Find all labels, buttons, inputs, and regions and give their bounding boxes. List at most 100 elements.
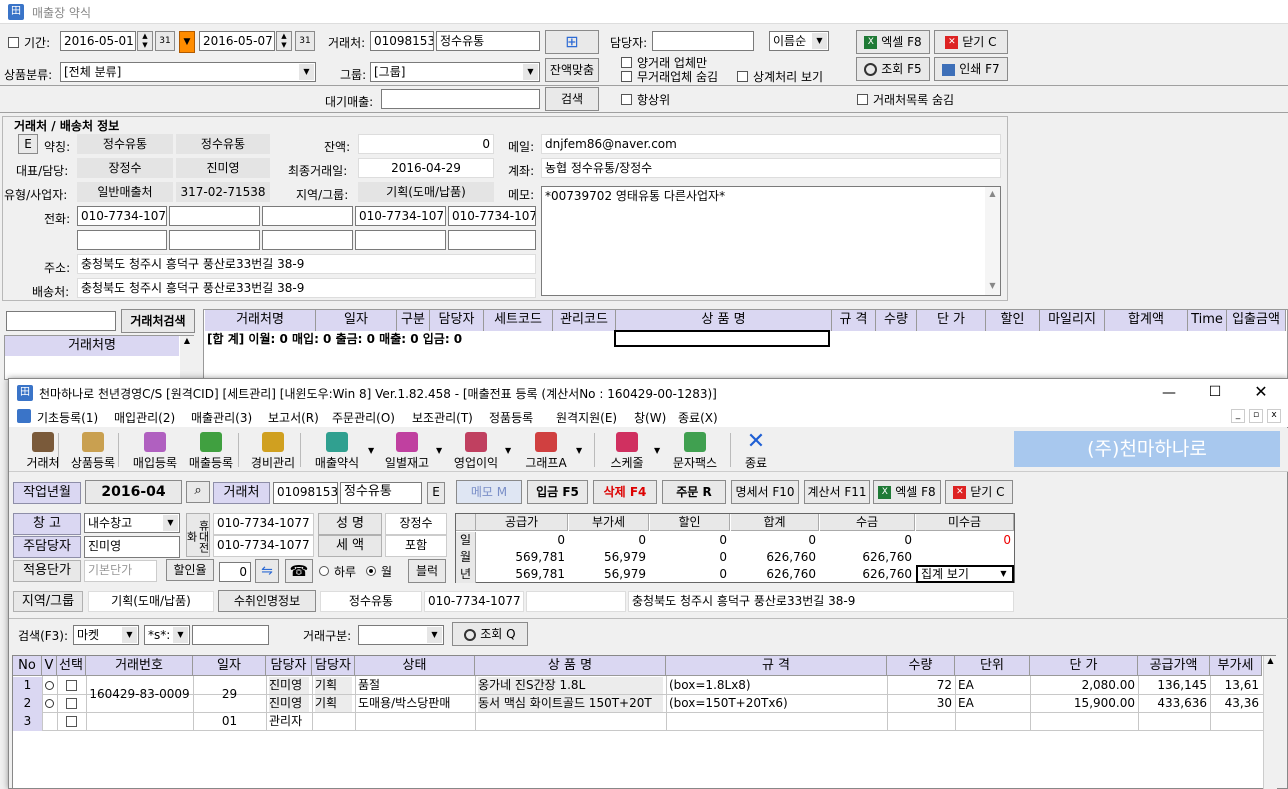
invoice-button[interactable]: 계산서 F11 [804,480,870,504]
customer-name-input[interactable]: 정수유통 [436,31,540,51]
chevron-down-icon[interactable]: ▼ [654,446,660,455]
phone-field-9[interactable] [355,230,446,250]
memo-scrollbar[interactable]: ▲ ▼ [985,187,1000,295]
grid-cell-unit[interactable]: EA [958,695,1027,712]
opt1-checkbox[interactable] [621,57,632,68]
menu-item[interactable]: 보조관리(T) [412,409,473,426]
grid-cell-spec[interactable]: (box=150T+20Tx6) [669,695,884,712]
grid-scrollbar[interactable]: ▲ [1263,656,1277,789]
menu-item[interactable]: 창(W) [634,409,666,426]
cust-name-input[interactable]: 정수유통 [340,482,422,504]
discount-input[interactable]: 0 [219,562,251,582]
date-to-calendar-icon[interactable]: 31 [295,31,315,51]
customer-search-button[interactable]: 거래처검색 [121,309,195,333]
row-checkbox[interactable] [66,680,77,691]
mdi-minimize-icon[interactable]: _ [1231,409,1245,423]
customer-list-scrollbar[interactable]: ▲ [180,336,194,380]
search-button[interactable]: 검색 [545,87,599,111]
menu-item[interactable]: 매입관리(2) [114,409,175,426]
deposit-button[interactable]: 입금 F5 [527,480,588,504]
grid-cell-mgr[interactable]: 관리자 [269,713,309,730]
convert-icon[interactable]: ⇋ [255,559,279,583]
phone-field-8[interactable] [262,230,353,250]
menu-item[interactable]: 종료(X) [678,409,718,426]
grid-cell-qty[interactable]: 72 [890,677,952,694]
grid-cell-unit[interactable]: EA [958,677,1027,694]
phone-b-input[interactable]: 010-7734-1077 [213,535,314,557]
edit-e-button[interactable]: E [18,134,38,154]
date-from-input[interactable]: 2016-05-01 [60,31,136,51]
chevron-down-icon[interactable]: ▼ [368,446,374,455]
date-to-spinner[interactable]: ▲ ▼ [276,31,292,51]
schedule-tool[interactable]: 스케줄 [598,432,656,471]
date-to-input[interactable]: 2016-05-07 [199,31,275,51]
minimize-icon[interactable]: — [1159,385,1179,401]
date-range-arrow-icon[interactable]: ▼ [179,31,195,53]
grid-cell-price[interactable]: 2,080.00 [1033,677,1135,694]
customer-code-input[interactable]: 01098153 [370,31,434,51]
account-field[interactable]: 농협 정수유통/장정수 [541,158,1001,178]
ship-field[interactable]: 충청북도 청주시 흥덕구 풍산로33번길 38-9 [77,278,536,298]
search-mode-select[interactable]: 마켓 ▼ [73,625,139,645]
menu-item[interactable]: 정품등록 [489,409,533,426]
product-tool[interactable]: 상품등록 [64,432,122,471]
mdi-close-icon[interactable]: x [1267,409,1281,423]
cust-edit-button[interactable]: E [427,482,445,504]
purchase-tool[interactable]: 매입등록 [126,432,184,471]
work-month-button[interactable]: 2016-04 [85,480,182,504]
grid-cell-name[interactable]: 동서 맥심 화이트골드 150T+20T [478,695,663,712]
chevron-down-icon[interactable]: ▼ [576,446,582,455]
statement-button[interactable]: 명세서 F10 [731,480,799,504]
group-select[interactable]: [그룹] ▼ [370,62,540,82]
grid-cell-status[interactable]: 도매용/박스당판매 [358,695,472,712]
mail-field[interactable]: dnjfem86@naver.com [541,134,1001,154]
phone-field-5[interactable]: 010-7734-1077 [448,206,536,226]
period-checkbox[interactable] [8,37,19,48]
balance-match-button[interactable]: 잔액맞춤 [545,58,599,82]
close-button[interactable]: ✕ 닫기 C [934,30,1008,54]
menu-item[interactable]: 주문관리(O) [332,409,395,426]
warehouse-select[interactable]: 내수창고 ▼ [84,513,180,533]
close-window-icon[interactable]: ✕ [1251,382,1271,401]
mgr-input[interactable]: 진미영 [84,536,180,558]
grid-cell-qty[interactable]: 30 [890,695,952,712]
block-button[interactable]: 블럭 [408,559,446,583]
grid-cell-price[interactable]: 15,900.00 [1033,695,1135,712]
grid-cell-spec[interactable]: (box=1.8Lx8) [669,677,884,694]
sales-summary-tool[interactable]: 매출약식 [308,432,366,471]
radio-day[interactable] [319,566,329,576]
form-excel-button[interactable]: X 엑셀 F8 [873,480,941,504]
lookup-button[interactable]: 조회 F5 [856,57,930,81]
category-select[interactable]: [전체 분류] ▼ [60,62,316,82]
grid-cell-mgr2[interactable]: 기획 [315,695,352,712]
opt2-checkbox[interactable] [621,71,632,82]
sales-tool[interactable]: 매출등록 [182,432,240,471]
customer-search-input[interactable] [6,311,116,331]
recipient-info-button[interactable]: 수취인명정보 [218,590,316,612]
row-checkbox[interactable] [66,698,77,709]
trade-type-select[interactable]: ▼ [358,625,444,645]
excel-button[interactable]: X 엑셀 F8 [856,30,930,54]
grid-cell-mgr[interactable]: 진미영 [269,677,309,694]
grid-cell-status[interactable]: 품절 [358,677,472,694]
maximize-icon[interactable]: ☐ [1205,384,1225,400]
phone-field-10[interactable] [448,230,536,250]
phone-field-3[interactable] [262,206,353,226]
graph-tool[interactable]: 그래프A [517,432,575,471]
hide-list-checkbox[interactable] [857,94,868,105]
memo-button[interactable]: 메모 M [456,480,522,504]
grid-cell-supply[interactable]: 136,145 [1141,677,1207,694]
always-on-top-checkbox[interactable] [621,94,632,105]
row-checkbox[interactable] [66,716,77,727]
memo-field[interactable]: *00739702 영태유통 다른사업자* ▲ ▼ [541,186,1001,296]
add-customer-button[interactable]: ⊞ [545,30,599,54]
profit-tool[interactable]: 영업이익 [447,432,505,471]
delete-button[interactable]: 삭제 F4 [593,480,657,504]
order-button[interactable]: 주문 R [662,480,726,504]
opt3-checkbox[interactable] [737,71,748,82]
search-text-input[interactable] [192,625,269,645]
print-button[interactable]: 인쇄 F7 [934,57,1008,81]
phone-a-input[interactable]: 010-7734-1077 [213,513,314,535]
sort-select[interactable]: 이름순 ▼ [769,31,829,51]
form-close-button[interactable]: ✕ 닫기 C [945,480,1013,504]
